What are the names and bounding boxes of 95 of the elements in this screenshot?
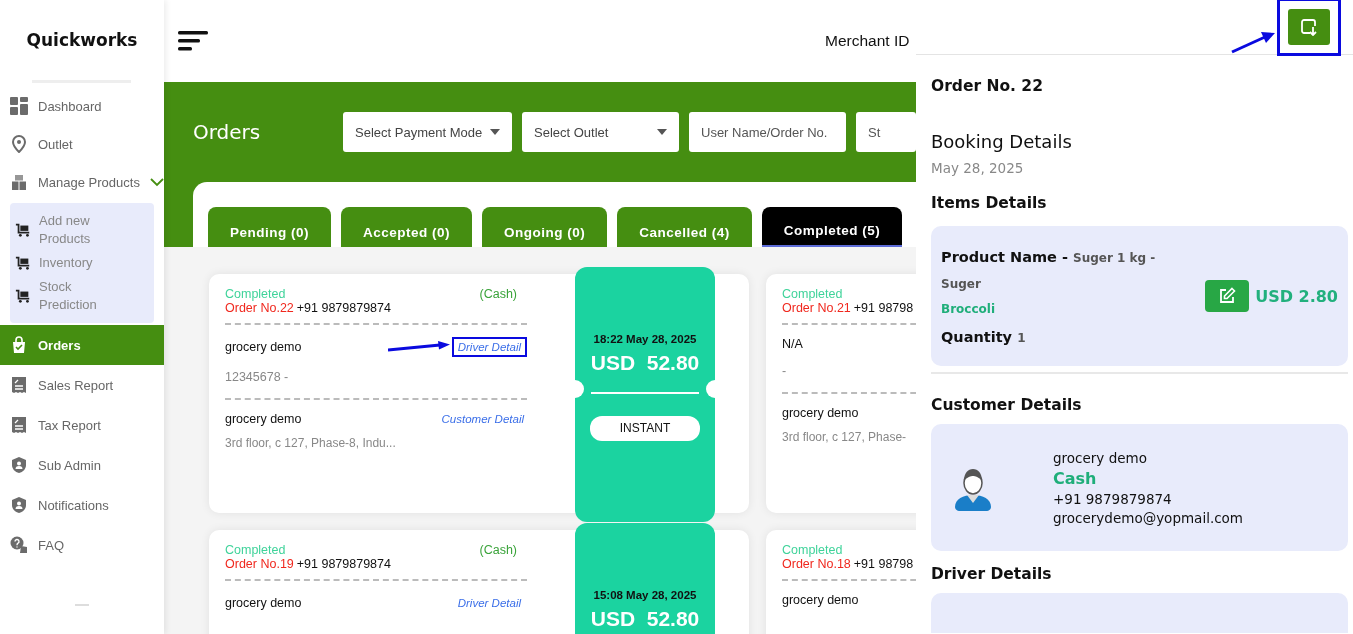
order-amount: USD 52.80 xyxy=(590,351,700,375)
product-name: Suger 1 kg - xyxy=(1073,250,1156,265)
driver-name: grocery demo xyxy=(225,340,302,354)
customer-detail-link[interactable]: Customer Detail xyxy=(438,412,527,426)
submenu-item[interactable]: Add new Products xyxy=(15,209,115,251)
order-number: Order No.19 xyxy=(225,557,294,571)
customer-address: 3rd floor, c 127, Phase-8, Indu... xyxy=(225,436,397,450)
driver-name: grocery demo xyxy=(782,593,859,607)
sidebar-item[interactable]: Orders xyxy=(0,325,164,365)
order-number: Order No.22 xyxy=(225,301,294,315)
quantity-value: 1 xyxy=(1017,330,1026,345)
sidebar-item[interactable]: Sales Report xyxy=(0,365,164,405)
phone-number: +91 9879879874 xyxy=(296,557,391,571)
driver-detail-link[interactable]: Driver Detail xyxy=(454,596,524,610)
driver-id: 12345678 - xyxy=(225,370,290,384)
annotation-arrow xyxy=(1231,32,1275,54)
receipt-icon xyxy=(10,376,28,394)
item-price: USD 2.80 xyxy=(1255,286,1338,306)
driver-id: - xyxy=(782,364,788,378)
filter-dropdown[interactable]: Select Outlet xyxy=(522,112,679,152)
driver-detail-link[interactable]: Driver Detail xyxy=(454,340,524,354)
help-icon xyxy=(10,536,28,554)
order-time: 18:22 May 28, 2025 xyxy=(593,333,697,345)
order-number: Order No.18 xyxy=(782,557,851,571)
customer-address: 3rd floor, c 127, Phase- xyxy=(782,430,908,444)
cart-icon xyxy=(15,288,31,304)
phone-number: +91 98798 xyxy=(853,557,914,571)
dropdown-caret-icon xyxy=(657,129,667,135)
dropdown-caret-icon xyxy=(490,129,500,135)
receipt-icon xyxy=(10,416,28,434)
customer-name: grocery demo xyxy=(225,412,302,426)
product-name-label: Product Name - xyxy=(941,248,1068,265)
sidebar-item[interactable]: Tax Report xyxy=(0,405,164,445)
section-heading: Customer Details xyxy=(931,396,1083,414)
dashboard-icon xyxy=(10,97,28,115)
payment-method: (Cash) xyxy=(479,543,517,557)
shield-user-icon xyxy=(10,456,28,474)
customer-name: grocery demo xyxy=(1053,449,1148,466)
payment-method: Cash xyxy=(1053,468,1098,488)
annotation-arrow xyxy=(387,341,450,353)
phone-number: +91 9879879874 xyxy=(296,301,391,315)
phone-number: +91 9879879874 xyxy=(1053,490,1173,507)
section-heading: Driver Details xyxy=(931,565,1053,583)
phone-number: +91 98798 xyxy=(853,301,914,315)
edit-icon xyxy=(1218,287,1237,305)
menu-icon[interactable] xyxy=(178,29,208,53)
driver-name: grocery demo xyxy=(225,596,302,610)
shopping-bag-icon xyxy=(10,336,28,354)
sidebar-item[interactable]: FAQ xyxy=(0,525,164,565)
merchant-id-label: Merchant ID xyxy=(825,32,910,50)
order-status-tab[interactable]: Cancelled (4) xyxy=(617,207,752,247)
product-variant: Suger xyxy=(941,276,982,291)
sidebar-item[interactable]: Outlet xyxy=(0,125,164,163)
cart-icon xyxy=(15,222,31,238)
shield-user-icon xyxy=(10,496,28,514)
booking-date: May 28, 2025 xyxy=(931,160,1025,176)
customer-name: grocery demo xyxy=(782,406,859,420)
payment-method: (Cash) xyxy=(479,287,517,301)
order-status: Completed xyxy=(782,287,843,301)
order-title: Order No. 22 xyxy=(931,77,1044,95)
location-pin-icon xyxy=(10,135,28,153)
chevron-icon[interactable] xyxy=(149,177,164,187)
boxes-icon xyxy=(10,173,28,191)
order-status: Completed xyxy=(225,287,286,301)
order-amount: USD 52.80 xyxy=(590,607,700,631)
sidebar-item[interactable]: Notifications xyxy=(0,485,164,525)
email-address: grocerydemo@yopmail.com xyxy=(1053,509,1243,526)
order-status-tab[interactable]: Completed (5) xyxy=(761,207,903,247)
order-status: Completed xyxy=(782,543,843,557)
quantity-label: Quantity xyxy=(941,328,1013,345)
submenu-item[interactable]: Stock Prediction xyxy=(15,275,115,317)
order-status-tab[interactable]: Accepted (0) xyxy=(341,207,473,247)
cart-icon xyxy=(15,255,31,271)
filter-dropdown[interactable]: Select Payment Mode xyxy=(343,112,512,152)
order-status-tab[interactable]: Pending (0) xyxy=(208,207,331,247)
brand-logo[interactable]: Quickworks xyxy=(0,0,164,80)
section-heading: Items Details xyxy=(931,194,1048,212)
delivery-type-badge: INSTANT xyxy=(590,416,700,441)
order-time: 15:08 May 28, 2025 xyxy=(593,589,697,601)
order-status: Completed xyxy=(225,543,286,557)
download-icon xyxy=(1300,18,1318,36)
edit-button[interactable] xyxy=(1205,280,1250,312)
download-button[interactable] xyxy=(1288,9,1330,45)
search-field[interactable]: St xyxy=(856,112,916,152)
driver-name: N/A xyxy=(782,337,803,351)
sidebar-item[interactable]: Manage Products xyxy=(0,163,164,201)
order-number: Order No.21 xyxy=(782,301,851,315)
page-title: Orders xyxy=(193,120,262,144)
product-category: Broccoli xyxy=(941,301,996,316)
section-heading: Booking Details xyxy=(931,131,1073,152)
search-field[interactable]: User Name/Order No. xyxy=(689,112,846,152)
sidebar-item[interactable]: Dashboard xyxy=(0,87,164,125)
submenu-item[interactable]: Inventory xyxy=(15,251,115,275)
order-status-tab[interactable]: Ongoing (0) xyxy=(482,207,608,247)
sidebar-item[interactable]: Sub Admin xyxy=(0,445,164,485)
